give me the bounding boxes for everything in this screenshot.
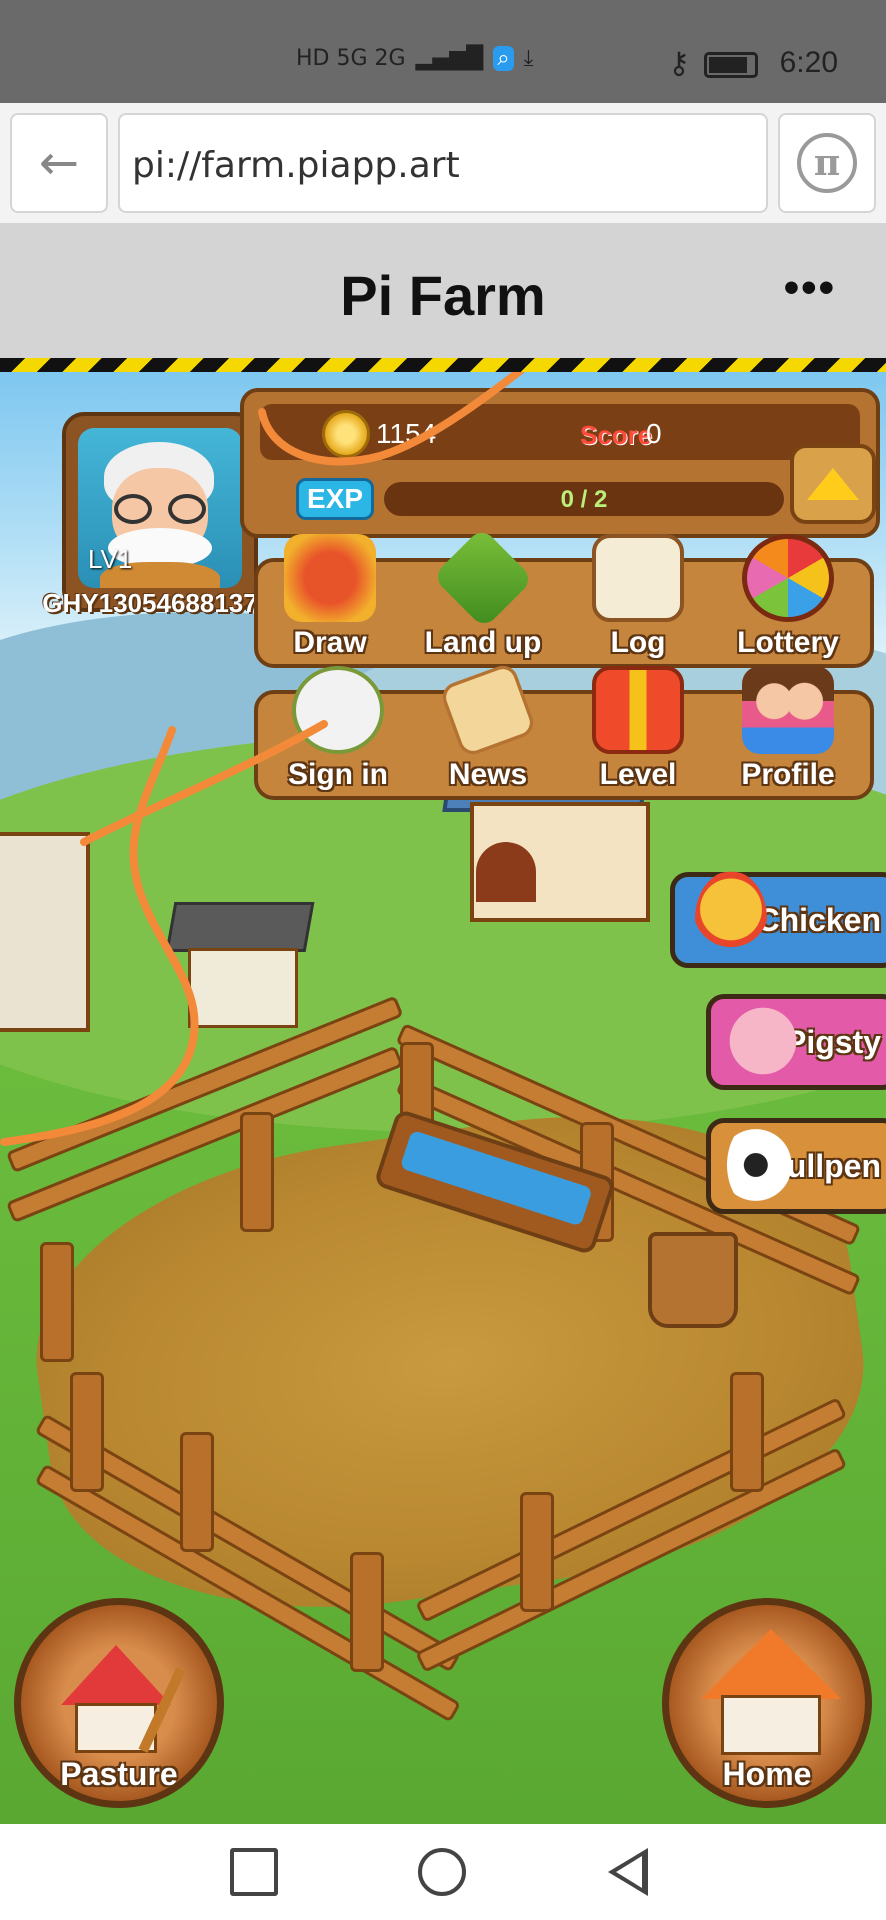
cow-icon [727,1117,799,1213]
book-icon [592,534,684,622]
profile-kids-icon [742,666,834,754]
home-label: Home [722,1756,812,1792]
battery-icon [704,52,758,78]
draw-label: Draw [293,626,367,659]
page-title: Pi Farm [340,264,546,327]
level-button[interactable]: Level [578,666,698,806]
bucket [648,1232,738,1328]
exp-progress-text: 0 / 2 [560,486,608,513]
menu-board-bottom: Sign in News Level Profile [254,661,874,800]
sign-in-label: Sign in [288,758,388,791]
pasture-label: Pasture [60,1756,178,1792]
back-nav-icon[interactable] [608,1848,648,1896]
collapse-menu-button[interactable] [790,444,876,524]
paint-bucket-icon [284,534,376,622]
menu-board-top: Draw Land up Log Lottery [254,527,874,668]
sign-in-icon [292,666,384,754]
more-menu-button[interactable]: ••• [784,263,836,313]
pig-icon [727,993,799,1089]
url-text: pi://farm.piapp.art [132,145,460,186]
arrow-left-icon: ← [38,135,80,191]
chicken-label: Chicken [756,901,881,938]
exp-icon: EXP [296,478,375,520]
network-label: HD 5G 2G [296,46,406,71]
fence-post [730,1372,764,1492]
profile-button[interactable]: Profile [728,666,848,806]
game-scene[interactable]: LV1 GHY13054688137 1154 Score 0 EXP 0 / … [0,372,886,1824]
pi-logo-icon: π [797,133,857,193]
pi-browser-button[interactable]: π [778,113,876,213]
land-up-label: Land up [424,626,542,659]
back-button[interactable]: ← [10,113,108,213]
profile-label: Profile [741,758,835,791]
recent-apps-icon[interactable] [230,1848,278,1896]
system-nav-bar [0,1824,886,1920]
level-label: Level [599,758,677,791]
pigsty-label: Pigsty [784,1023,881,1060]
hazard-stripe [0,358,886,372]
fence-post [180,1432,214,1552]
coin-icon [322,410,370,458]
lottery-label: Lottery [737,626,839,659]
house-broom-icon [61,1645,186,1755]
app-header: Pi Farm ••• [0,223,886,358]
home-button[interactable]: Home [662,1598,872,1808]
score-label: Score [580,420,653,450]
left-house [0,832,90,1032]
key-icon: ⚷ [668,47,690,80]
browser-toolbar: ← pi://farm.piapp.art π [0,103,886,223]
fence-post [40,1242,74,1362]
fence-post [350,1552,384,1672]
fence-post [520,1492,554,1612]
network-indicators: HD 5G 2G ▂▄▆█ ⌕ ⤓ [296,46,533,71]
news-scroll-icon [438,661,538,759]
draw-button[interactable]: Draw [270,534,390,674]
search-app-icon: ⌕ [493,46,514,71]
player-avatar-card[interactable]: LV1 [62,412,258,612]
bullpen-button[interactable]: Bullpen [706,1117,886,1214]
doghouse [165,902,315,1032]
home-nav-icon[interactable] [418,1848,466,1896]
triangle-up-icon [807,468,859,500]
lottery-wheel-icon [742,534,834,622]
lottery-button[interactable]: Lottery [728,534,848,674]
fence-post [70,1372,104,1492]
stats-board: 1154 Score 0 EXP 0 / 2 [240,388,880,538]
fence-post [240,1112,274,1232]
log-label: Log [610,626,666,659]
player-level: LV1 [88,544,133,574]
news-label: News [448,758,528,791]
url-field[interactable]: pi://farm.piapp.art [118,113,768,213]
score-value: 0 [646,418,662,449]
download-icon: ⤓ [523,46,534,71]
chicken-icon [695,871,767,967]
land-up-button[interactable]: Land up [418,527,548,674]
land-up-icon [432,527,534,629]
clock: 6:20 [779,46,838,79]
gift-box-icon [592,666,684,754]
pigsty-button[interactable]: Pigsty [706,993,886,1090]
news-button[interactable]: News [428,661,548,806]
pasture-button[interactable]: Pasture [14,1598,224,1808]
player-name: GHY13054688137 [42,588,258,618]
home-icon [701,1629,841,1759]
chicken-button[interactable]: Chicken [670,871,886,968]
status-bar: HD 5G 2G ▂▄▆█ ⌕ ⤓ ⚷ 6:20 [0,0,886,103]
coin-count: 1154 [376,418,437,449]
exp-progress-bar: 0 / 2 [384,482,784,516]
sign-in-button[interactable]: Sign in [278,666,398,806]
signal-icon: ▂▄▆█ [415,46,484,71]
log-button[interactable]: Log [578,534,698,674]
